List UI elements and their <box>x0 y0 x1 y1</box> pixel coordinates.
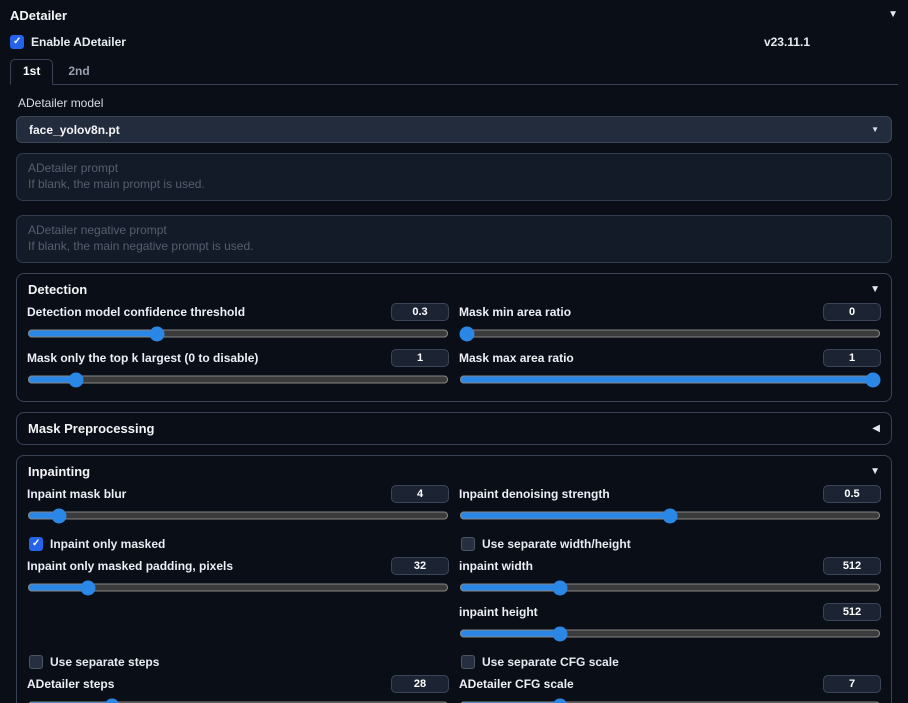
tab-2nd-label: 2nd <box>68 64 90 78</box>
confidence-threshold-label: Detection model confidence threshold <box>27 305 246 319</box>
inpaint-only-masked-label: Inpaint only masked <box>50 537 166 551</box>
empty-cell <box>27 603 449 646</box>
inpaint-padding-slider[interactable] <box>27 580 449 595</box>
adetailer-steps-slider[interactable] <box>27 698 449 703</box>
inpaint-width-input[interactable] <box>823 557 881 575</box>
mask-max-area-ratio-control: Mask max area ratio <box>459 349 881 392</box>
adetailer-steps-label: ADetailer steps <box>27 677 115 691</box>
detection-accordion-header[interactable]: Detection ▼ <box>25 282 883 303</box>
mask-preprocessing-accordion-header[interactable]: Mask Preprocessing ◀ <box>25 421 883 436</box>
collapse-arrow-icon[interactable]: ▼ <box>870 466 880 477</box>
mask-min-area-ratio-label: Mask min area ratio <box>459 305 572 319</box>
inpaint-width-control: inpaint width <box>459 557 881 600</box>
inpaint-padding-control: Inpaint only masked padding, pixels <box>27 557 449 600</box>
inpaint-denoising-strength-slider[interactable] <box>459 508 881 523</box>
collapse-arrow-icon[interactable]: ▼ <box>870 284 880 295</box>
negative-prompt-textarea[interactable] <box>16 215 892 263</box>
adetailer-steps-input[interactable] <box>391 675 449 693</box>
inpaint-width-slider[interactable] <box>459 580 881 595</box>
model-value: face_yolov8n.pt <box>29 122 120 137</box>
mask-max-area-ratio-input[interactable] <box>823 349 881 367</box>
inpaint-padding-input[interactable] <box>391 557 449 575</box>
prompt-textarea[interactable] <box>16 153 892 201</box>
adetailer-cfg-scale-label: ADetailer CFG scale <box>459 677 574 691</box>
inpaint-height-input[interactable] <box>823 603 881 621</box>
inpaint-mask-blur-label: Inpaint mask blur <box>27 487 127 501</box>
mask-preprocessing-section: Mask Preprocessing ◀ <box>16 412 892 445</box>
top-k-largest-control: Mask only the top k largest (0 to disabl… <box>27 349 449 392</box>
inpaint-denoising-strength-control: Inpaint denoising strength <box>459 485 881 528</box>
use-separate-cfg-scale-checkbox[interactable]: Use separate CFG scale <box>461 654 879 670</box>
adetailer-steps-control: ADetailer steps <box>27 675 449 703</box>
use-separate-width-height-checkbox[interactable]: Use separate width/height <box>461 536 879 552</box>
inpaint-only-masked-checkbox[interactable]: Inpaint only masked <box>29 536 447 552</box>
checkbox-box[interactable] <box>29 655 43 669</box>
detection-title: Detection <box>28 282 88 297</box>
adetailer-cfg-scale-input[interactable] <box>823 675 881 693</box>
adetailer-panel: ADetailer ▼ Enable ADetailer v23.11.1 1s… <box>0 0 908 703</box>
version-label: v23.11.1 <box>763 35 810 49</box>
mask-min-area-ratio-input[interactable] <box>823 303 881 321</box>
inpainting-accordion-header[interactable]: Inpainting ▼ <box>25 464 883 485</box>
extension-accordion-header[interactable]: ADetailer ▼ <box>10 6 898 24</box>
inpaint-mask-blur-control: Inpaint mask blur <box>27 485 449 528</box>
detection-section: Detection ▼ Detection model confidence t… <box>16 273 892 402</box>
confidence-threshold-input[interactable] <box>391 303 449 321</box>
extension-title: ADetailer <box>10 7 68 23</box>
enable-row: Enable ADetailer v23.11.1 <box>10 34 898 50</box>
inpaint-denoising-strength-input[interactable] <box>823 485 881 503</box>
top-k-largest-label: Mask only the top k largest (0 to disabl… <box>27 351 259 365</box>
enable-adetailer-checkbox[interactable]: Enable ADetailer <box>10 35 126 49</box>
use-separate-width-height-label: Use separate width/height <box>482 537 631 551</box>
confidence-threshold-control: Detection model confidence threshold <box>27 303 449 346</box>
inpainting-title: Inpainting <box>28 464 91 479</box>
use-separate-cfg-scale-label: Use separate CFG scale <box>482 655 619 669</box>
checkbox-box[interactable] <box>10 35 24 49</box>
collapse-arrow-icon[interactable]: ▼ <box>888 10 898 20</box>
inpainting-section: Inpainting ▼ Inpaint mask blur Inpaint d… <box>16 455 892 703</box>
tab-2nd[interactable]: 2nd <box>55 59 102 84</box>
inpaint-padding-label: Inpaint only masked padding, pixels <box>27 559 234 573</box>
confidence-threshold-slider[interactable] <box>27 326 449 341</box>
mask-max-area-ratio-label: Mask max area ratio <box>459 351 574 365</box>
top-k-largest-slider[interactable] <box>27 372 449 387</box>
checkbox-box[interactable] <box>29 537 43 551</box>
inpaint-height-label: inpaint height <box>459 605 538 619</box>
enable-adetailer-label: Enable ADetailer <box>31 35 126 49</box>
tab-1st[interactable]: 1st <box>10 59 54 85</box>
use-separate-steps-label: Use separate steps <box>50 655 160 669</box>
tab-panel-1st: ADetailer model face_yolov8n.pt ▼ Detect… <box>10 87 898 703</box>
top-k-largest-input[interactable] <box>391 349 449 367</box>
inpaint-mask-blur-slider[interactable] <box>27 508 449 523</box>
model-dropdown[interactable]: face_yolov8n.pt ▼ <box>16 116 892 143</box>
inpaint-denoising-strength-label: Inpaint denoising strength <box>459 487 610 501</box>
inpaint-width-label: inpaint width <box>459 559 533 573</box>
adetailer-cfg-scale-slider[interactable] <box>459 698 881 703</box>
model-label: ADetailer model <box>18 96 104 110</box>
chevron-down-icon: ▼ <box>871 124 879 134</box>
checkbox-box[interactable] <box>461 537 475 551</box>
inpaint-height-control: inpaint height <box>459 603 881 646</box>
use-separate-steps-checkbox[interactable]: Use separate steps <box>29 654 447 670</box>
adetailer-cfg-scale-control: ADetailer CFG scale <box>459 675 881 703</box>
mask-max-area-ratio-slider[interactable] <box>459 372 881 387</box>
collapse-arrow-left-icon[interactable]: ◀ <box>872 423 880 434</box>
inpaint-mask-blur-input[interactable] <box>391 485 449 503</box>
checkbox-box[interactable] <box>461 655 475 669</box>
tab-1st-label: 1st <box>23 64 41 78</box>
mask-preprocessing-title: Mask Preprocessing <box>28 421 155 436</box>
mask-min-area-ratio-slider[interactable] <box>459 326 881 341</box>
tab-bar: 1st 2nd <box>10 59 898 85</box>
inpaint-height-slider[interactable] <box>459 626 881 641</box>
mask-min-area-ratio-control: Mask min area ratio <box>459 303 881 346</box>
